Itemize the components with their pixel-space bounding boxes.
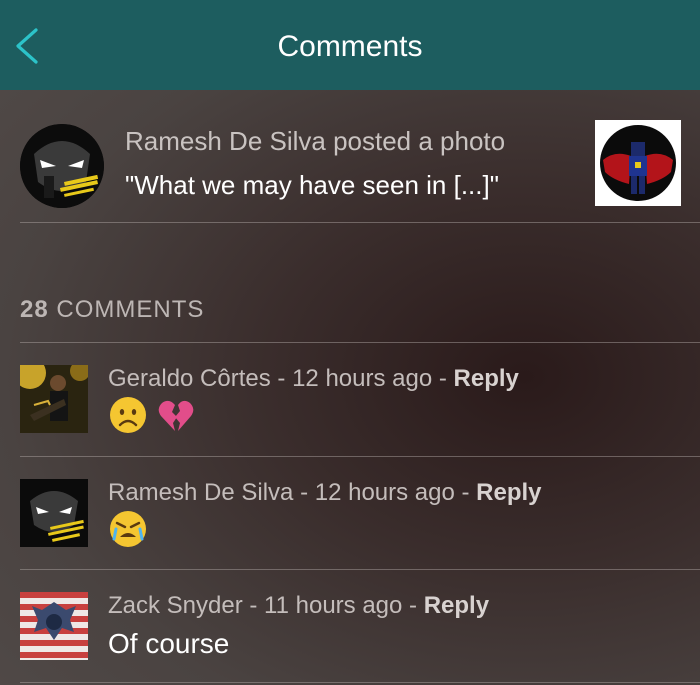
- page-title: Comments: [277, 30, 423, 63]
- comment-body: Of course: [108, 628, 230, 659]
- divider: [20, 222, 700, 223]
- reply-button[interactable]: Reply: [476, 479, 541, 506]
- comment-author[interactable]: Zack Snyder: [108, 592, 243, 619]
- comment-body: [108, 395, 196, 435]
- reply-button[interactable]: Reply: [454, 365, 519, 392]
- top-bar: Comments: [0, 0, 700, 90]
- avatar[interactable]: [20, 479, 88, 547]
- avatar[interactable]: [20, 592, 88, 660]
- original-post[interactable]: Ramesh De Silva posted a photo "What we …: [0, 90, 700, 222]
- crying-face-emoji: [110, 511, 146, 547]
- comment-item: Zack Snyder - 11 hours ago - Reply Of co…: [0, 570, 700, 683]
- comment-meta: Zack Snyder - 11 hours ago - Reply: [108, 592, 490, 619]
- chevron-left-icon[interactable]: [12, 26, 42, 66]
- comment-author[interactable]: Geraldo Côrtes: [108, 365, 271, 392]
- comment-item: Ramesh De Silva - 12 hours ago - Reply: [0, 457, 700, 570]
- comments-count: 28 COMMENTS: [20, 296, 205, 323]
- comment-item: Geraldo Côrtes - 12 hours ago - Reply: [0, 343, 700, 456]
- broken-heart-emoji: [158, 400, 194, 431]
- comment-time: 12 hours ago: [314, 479, 455, 506]
- comment-meta: Ramesh De Silva - 12 hours ago - Reply: [108, 479, 542, 506]
- post-caption: "What we may have seen in [...]": [125, 170, 499, 200]
- post-summary: Ramesh De Silva posted a photo: [125, 126, 506, 156]
- comment-body: [108, 509, 148, 549]
- comment-time: 12 hours ago: [292, 365, 433, 392]
- divider: [20, 682, 700, 683]
- comment-meta: Geraldo Côrtes - 12 hours ago - Reply: [108, 365, 519, 392]
- reply-button[interactable]: Reply: [424, 592, 489, 619]
- post-photo-thumbnail[interactable]: [595, 120, 681, 206]
- avatar[interactable]: [20, 124, 104, 208]
- comment-time: 11 hours ago: [264, 592, 403, 619]
- avatar[interactable]: [20, 365, 88, 433]
- comment-author[interactable]: Ramesh De Silva: [108, 479, 293, 506]
- frowning-face-emoji: [110, 397, 146, 433]
